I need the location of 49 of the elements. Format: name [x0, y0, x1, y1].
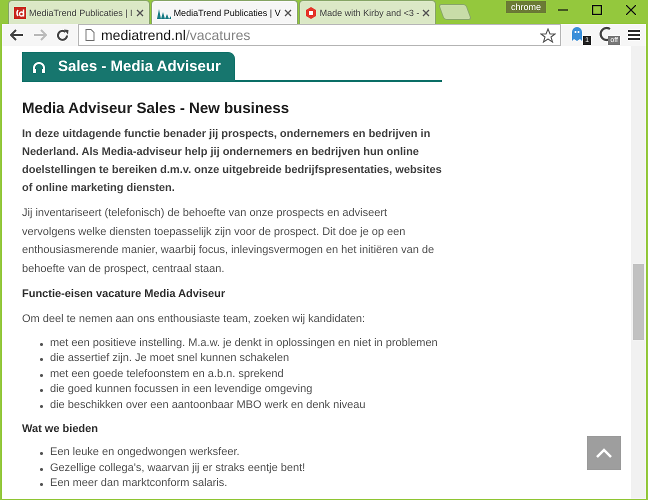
browser-tab[interactable]: Made with Kirby and <3 - [298, 0, 436, 24]
bullet-icon [40, 342, 43, 346]
bullet-icon [40, 358, 43, 361]
address-bar[interactable]: mediatrend.nl/vacatures [78, 24, 561, 46]
paragraph: Om deel te nemen aan ons enthousiaste team, zoeken wij kandidaten: [22, 312, 366, 327]
intro-paragraph: In deze uitdagende functie benader jij prospects, ondernemers en bedrijven in Nederland. Als Media-adviseur help jij ondernemers en bedrijven hun online doelstellingen te bereiken d.m.v. onze uitgebreide bedrijfspresentaties, websites of online marketing diensten. [22, 127, 442, 196]
url-text: mediatrend.nl/vacatures [101, 27, 250, 43]
logo-icon [14, 6, 26, 18]
tab-title: MediaTrend Publicaties | V [174, 8, 281, 18]
subheading: Wat we bieden [22, 422, 99, 437]
list-item: met een positieve instelling. M.a.w. je denkt in oplossingen en niet in problemen [50, 336, 438, 350]
chevron-up-icon [596, 448, 612, 458]
scrollbar-thumb[interactable] [633, 264, 644, 340]
page-icon [85, 29, 95, 41]
reload-icon[interactable] [56, 28, 69, 42]
close-icon[interactable] [626, 5, 636, 15]
menu-icon[interactable] [628, 29, 640, 41]
section-title: Sales - Media Adviseur [58, 58, 221, 75]
tab-title: MediaTrend Publicaties | I [29, 8, 133, 18]
list-item: met een goede telefoonstem en a.b.n. sprekend [50, 366, 284, 382]
list-item: Gezellige collega's, waarvan jij er straks eentje bent! [50, 460, 306, 476]
close-icon[interactable] [136, 8, 144, 16]
browser-tab[interactable]: MediaTrend Publicaties | V [150, 0, 298, 24]
list-item: die goed kunnen focussen in een levendige omgeving [50, 382, 312, 397]
back-icon[interactable] [10, 29, 24, 41]
profile-badge: chrome [506, 1, 546, 13]
bullet-icon [40, 404, 43, 408]
list-item: Een meer dan marktconform salaris. [50, 476, 228, 491]
hexagon-icon [304, 6, 317, 18]
tab-title: Made with Kirby and <3 - [320, 8, 420, 18]
list-item: die beschikken over een aantoonbaar MBO werk en denk niveau [50, 398, 366, 412]
job-heading: Media Adviseur Sales - New business [22, 100, 290, 117]
bullet-icon [40, 374, 43, 376]
scroll-to-top-button[interactable] [587, 436, 621, 470]
star-icon[interactable] [540, 28, 556, 42]
bullet-icon [40, 483, 43, 486]
list-item: Een leuke en ongedwongen werksfeer. [50, 445, 240, 460]
close-icon[interactable] [422, 8, 430, 16]
browser-tab[interactable]: MediaTrend Publicaties | I [8, 0, 150, 24]
maximize-icon[interactable] [592, 5, 602, 15]
description-paragraph: Jij inventariseert (telefonisch) de behoefte van onze prospects en adviseert vervolgens welke diensten toepasselijk zijn voor de prospect. Dit doe je op een enthousiasmerende manier, waarbij focus, inlevingsvermogen en het initiëren van de behoefte van de prospect, centraal staan. [22, 206, 436, 276]
close-icon[interactable] [284, 8, 292, 16]
bullet-icon [40, 389, 43, 392]
scrollbar[interactable] [631, 46, 646, 498]
headphones-icon [32, 60, 46, 72]
bullet-icon [40, 452, 43, 455]
list-item: die assertief zijn. Je moet snel kunnen schakelen [50, 351, 290, 366]
bullet-icon [40, 468, 43, 470]
subheading: Functie-eisen vacature Media Adviseur [22, 287, 226, 302]
